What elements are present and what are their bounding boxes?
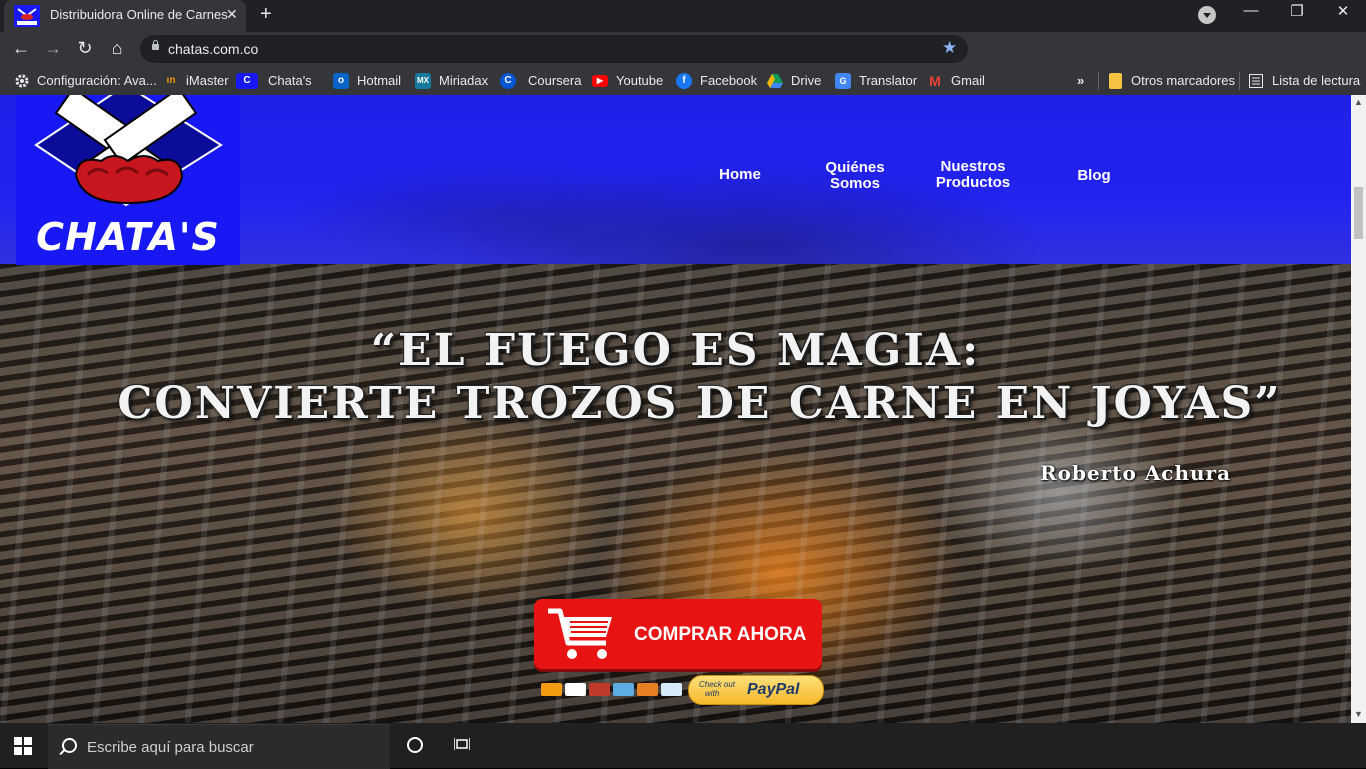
reload-button[interactable]: ↻: [74, 38, 96, 59]
drive-icon: [767, 74, 783, 88]
browser-titlebar: Distribuidora Online de Carnes ✕ + — ❐ ✕: [0, 0, 1366, 32]
paypal-checkout-text: Check out with: [699, 680, 735, 698]
amex-icon: [613, 683, 634, 696]
miriadax-icon: MX: [415, 73, 431, 89]
nav-blog-label: Blog: [1077, 167, 1111, 184]
reading-list-icon: [1249, 74, 1263, 88]
search-icon: [62, 738, 77, 753]
chatas-favicon-icon: [14, 5, 40, 27]
cortana-icon[interactable]: [407, 737, 423, 753]
translate-icon: G: [835, 73, 851, 89]
shopping-cart-icon: [548, 608, 612, 659]
discover-icon: [637, 683, 658, 696]
nav-quienes-label-2: Somos: [829, 175, 880, 192]
imaster-icon: ın: [166, 75, 176, 86]
buy-now-button[interactable]: COMPRAR AHORA: [534, 599, 822, 669]
gmail-icon: M: [929, 73, 941, 89]
scroll-up-icon[interactable]: ▲: [1354, 97, 1363, 107]
windows-start-icon[interactable]: [14, 737, 32, 755]
mastercard-icon: [541, 683, 562, 696]
nav-blog[interactable]: Blog: [1068, 168, 1120, 184]
bookmark-youtube[interactable]: Youtube: [616, 73, 663, 88]
task-view-icon[interactable]: [454, 737, 470, 751]
paypal-checkout-line1: Check out: [699, 680, 736, 689]
gear-icon: [15, 74, 29, 88]
taskbar-search[interactable]: Escribe aquí para buscar: [48, 724, 390, 769]
chatas-icon: C: [236, 73, 258, 89]
tab-title: Distribuidora Online de Carnes: [50, 7, 228, 22]
windows-taskbar: Escribe aquí para buscar: [0, 723, 1366, 769]
nav-quienes-label-1: Quiénes: [825, 159, 885, 176]
browser-toolbar: ← → ↻ ⌂ chatas.com.co ★: [0, 32, 1366, 66]
forward-button[interactable]: →: [42, 38, 64, 59]
nav-home-label: Home: [719, 166, 761, 183]
more-bookmarks-button[interactable]: »: [1077, 73, 1084, 88]
bookmark-facebook[interactable]: Facebook: [700, 73, 757, 88]
folder-icon: [1109, 73, 1122, 89]
logo-knives-meat-icon: [34, 95, 223, 207]
bookmark-imaster[interactable]: iMaster: [186, 73, 229, 88]
scroll-down-icon[interactable]: ▼: [1354, 709, 1363, 719]
minimize-button[interactable]: —: [1236, 2, 1266, 19]
nav-home[interactable]: Home: [708, 167, 772, 183]
logo-text: CHATA'S: [36, 215, 220, 259]
lock-icon: [152, 40, 159, 50]
site-logo[interactable]: CHATA'S: [16, 95, 240, 265]
reading-list[interactable]: Lista de lectura: [1272, 73, 1360, 88]
nav-nuestros-productos[interactable]: Nuestros Productos: [924, 159, 1022, 191]
visa-icon: [565, 683, 586, 696]
page-scrollbar[interactable]: ▲ ▼: [1351, 95, 1366, 723]
home-button[interactable]: ⌂: [106, 38, 128, 59]
paypal-logo-text: PayPal: [747, 681, 800, 698]
bookmarks-divider: [1239, 72, 1240, 90]
bank-card-icon: [661, 683, 682, 696]
bookmark-configuracion[interactable]: Configuración: Ava...: [37, 73, 157, 88]
taskbar-search-placeholder[interactable]: Escribe aquí para buscar: [87, 739, 254, 756]
outlook-icon: o: [333, 73, 349, 89]
bookmarks-divider: [1098, 72, 1099, 90]
coursera-icon: C: [500, 73, 516, 89]
scroll-thumb[interactable]: [1354, 187, 1363, 239]
bookmark-hotmail[interactable]: Hotmail: [357, 73, 401, 88]
bookmark-chatas[interactable]: Chata's: [268, 73, 312, 88]
restore-button[interactable]: ❐: [1282, 2, 1312, 20]
hero-quote-line-2: CONVIERTE TROZOS DE CARNE EN JOYAS”: [117, 378, 1282, 429]
bookmark-star-icon[interactable]: ★: [942, 38, 957, 58]
paypal-checkout-line2: with: [705, 689, 720, 698]
bookmark-drive[interactable]: Drive: [791, 73, 821, 88]
new-tab-button[interactable]: +: [260, 3, 272, 26]
facebook-icon: f: [676, 73, 692, 89]
url-text[interactable]: chatas.com.co: [168, 41, 258, 57]
address-bar[interactable]: chatas.com.co ★: [140, 35, 968, 63]
bookmark-gmail[interactable]: Gmail: [951, 73, 985, 88]
bookmark-miriadax[interactable]: Miriadax: [439, 73, 488, 88]
bookmarks-bar: Configuración: Ava... ın iMaster C Chata…: [0, 66, 1366, 95]
nav-productos-label-2: Productos: [935, 174, 1011, 191]
maestro-icon: [589, 683, 610, 696]
buy-now-label: COMPRAR AHORA: [634, 624, 807, 645]
hero-quote-line-1: “EL FUEGO ES MAGIA:: [370, 325, 981, 376]
nav-quienes-somos[interactable]: Quiénes Somos: [816, 160, 894, 192]
close-window-button[interactable]: ✕: [1328, 2, 1358, 20]
bookmark-translator[interactable]: Translator: [859, 73, 917, 88]
quote-author: Roberto Achura: [1040, 461, 1232, 485]
tab-search-icon[interactable]: [1198, 6, 1216, 24]
nav-productos-label-1: Nuestros: [940, 158, 1006, 175]
youtube-icon: ▶: [592, 75, 608, 87]
browser-tab[interactable]: Distribuidora Online de Carnes ✕: [4, 0, 246, 32]
bookmark-coursera[interactable]: Coursera: [528, 73, 581, 88]
back-button[interactable]: ←: [10, 38, 32, 59]
web-page: CHATA'S Home Quiénes Somos Nuestros Prod…: [0, 95, 1351, 723]
paypal-checkout-button[interactable]: Check out with PayPal: [688, 675, 824, 705]
other-bookmarks[interactable]: Otros marcadores: [1131, 73, 1235, 88]
tab-close-icon[interactable]: ✕: [226, 6, 238, 23]
